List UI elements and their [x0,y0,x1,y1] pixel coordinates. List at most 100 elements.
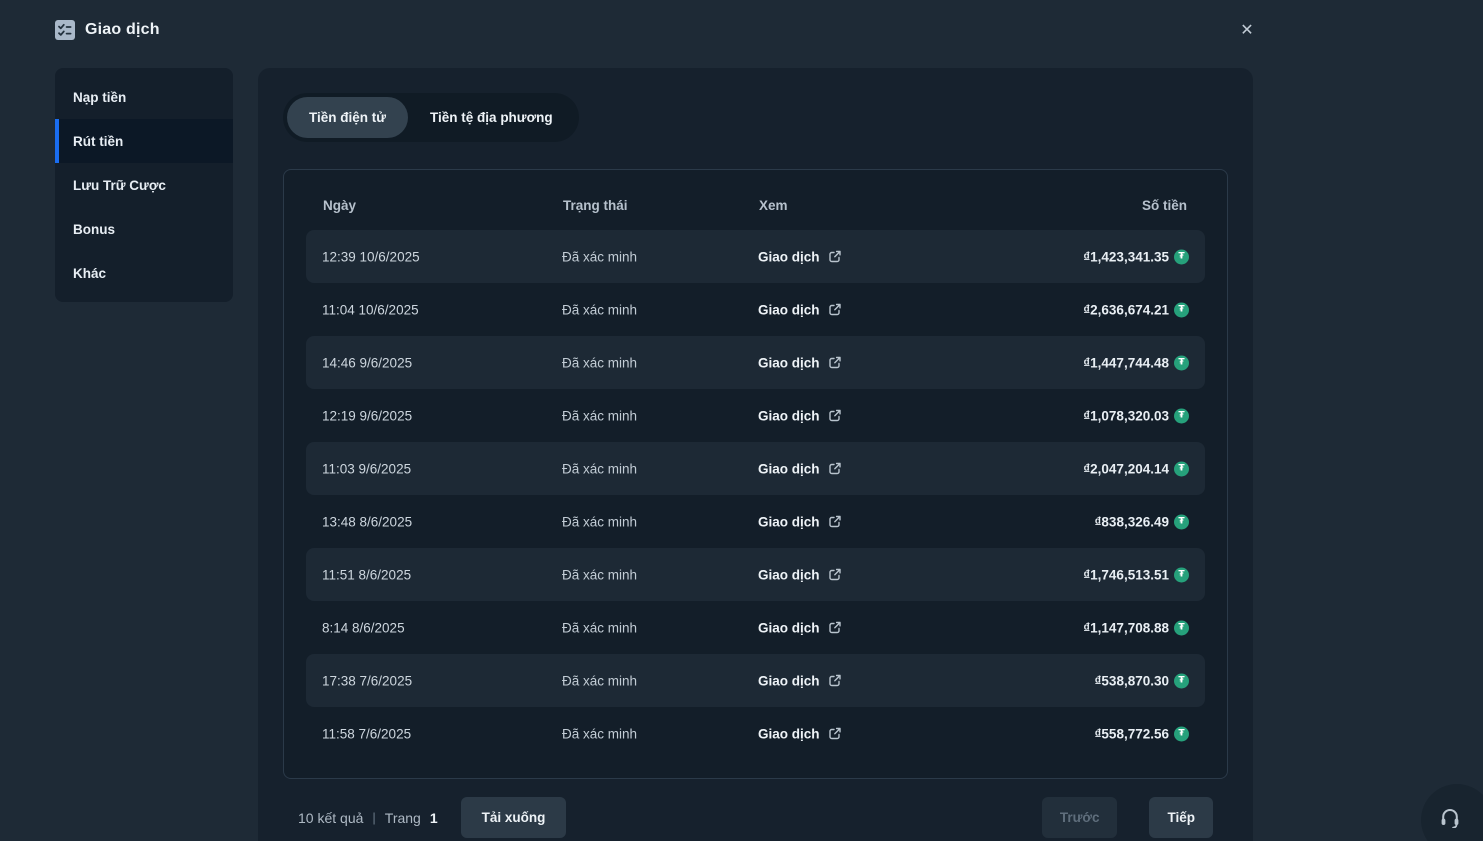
external-link-icon [828,462,842,476]
currency-tab[interactable]: Tiền điện tử [287,97,408,138]
row-status: Đã xác minh [562,302,637,317]
table-row: 17:38 7/6/2025 Đã xác minh Giao dịch ₫53… [306,654,1205,707]
row-date: 14:46 9/6/2025 [322,355,412,370]
support-button[interactable] [1421,784,1483,841]
amount-value: ₫1,147,708.88 [1083,620,1169,635]
page-number: 1 [430,810,438,826]
transaction-link[interactable]: Giao dịch [758,673,842,688]
external-link-icon [828,356,842,370]
results-count: 10 kết quả [298,810,363,826]
row-status: Đã xác minh [562,355,637,370]
footer-divider: | [372,810,375,825]
transactions-table: Ngày Trạng thái Xem Số tiền 12:39 10/6/2… [283,169,1228,779]
tether-icon: ₮ [1174,620,1189,635]
download-button[interactable]: Tải xuống [461,797,567,838]
row-amount: ₫1,423,341.35 ₮ [1083,249,1189,264]
row-status: Đã xác minh [562,514,637,529]
amount-value: ₫1,423,341.35 [1083,249,1169,264]
transaction-link[interactable]: Giao dịch [758,514,842,529]
row-amount: ₫538,870.30 ₮ [1095,673,1190,688]
row-amount: ₫2,047,204.14 ₮ [1083,461,1189,476]
transaction-link-label: Giao dịch [758,249,820,264]
row-status: Đã xác minh [562,567,637,582]
row-amount: ₫1,078,320.03 ₮ [1083,408,1189,423]
amount-value: ₫2,047,204.14 [1083,461,1169,476]
table-row: 13:48 8/6/2025 Đã xác minh Giao dịch ₫83… [306,495,1205,548]
amount-value: ₫558,772.56 [1095,726,1170,741]
transaction-link[interactable]: Giao dịch [758,461,842,476]
table-row: 12:39 10/6/2025 Đã xác minh Giao dịch ₫1… [306,230,1205,283]
column-header-status: Trạng thái [563,198,628,213]
table-row: 11:03 9/6/2025 Đã xác minh Giao dịch ₫2,… [306,442,1205,495]
tether-icon: ₮ [1174,726,1189,741]
title-group: Giao dịch [55,20,160,40]
tether-icon: ₮ [1174,408,1189,423]
page-label: Trang [385,810,421,826]
row-amount: ₫838,326.49 ₮ [1095,514,1190,529]
transaction-link[interactable]: Giao dịch [758,726,842,741]
column-header-amount: Số tiền [1142,198,1187,213]
amount-value: ₫1,746,513.51 [1083,567,1169,582]
transaction-link[interactable]: Giao dịch [758,567,842,582]
amount-value: ₫538,870.30 [1095,673,1170,688]
table-row: 11:04 10/6/2025 Đã xác minh Giao dịch ₫2… [306,283,1205,336]
results-group: 10 kết quả | Trang 1 Tải xuống [298,797,566,838]
pagination-footer: 10 kết quả | Trang 1 Tải xuống Trước Tiế… [298,797,1213,838]
row-amount: ₫1,147,708.88 ₮ [1083,620,1189,635]
external-link-icon [828,409,842,423]
transaction-link-label: Giao dịch [758,620,820,635]
transaction-link[interactable]: Giao dịch [758,302,842,317]
amount-value: ₫838,326.49 [1095,514,1170,529]
page-title: Giao dịch [85,21,160,39]
row-amount: ₫1,447,744.48 ₮ [1083,355,1189,370]
next-page-button[interactable]: Tiếp [1149,797,1213,838]
external-link-icon [828,515,842,529]
row-date: 8:14 8/6/2025 [322,620,405,635]
row-status: Đã xác minh [562,461,637,476]
tether-icon: ₮ [1174,673,1189,688]
column-header-view: Xem [759,198,788,213]
row-date: 11:03 9/6/2025 [322,461,411,476]
currency-tab[interactable]: Tiền tệ địa phương [408,97,575,138]
row-status: Đã xác minh [562,249,637,264]
sidebar-item[interactable]: Bonus [55,207,233,251]
row-date: 11:51 8/6/2025 [322,567,411,582]
sidebar-item[interactable]: Rút tiền [55,119,233,163]
external-link-icon [828,568,842,582]
external-link-icon [828,250,842,264]
row-date: 12:19 9/6/2025 [322,408,412,423]
external-link-icon [828,303,842,317]
currency-tab-bar: Tiền điện tửTiền tệ địa phương [283,93,579,142]
table-row: 11:51 8/6/2025 Đã xác minh Giao dịch ₫1,… [306,548,1205,601]
sidebar-item[interactable]: Khác [55,251,233,295]
previous-page-button[interactable]: Trước [1042,797,1118,838]
sidebar-item[interactable]: Nạp tiền [55,75,233,119]
row-date: 11:04 10/6/2025 [322,302,419,317]
transaction-link[interactable]: Giao dịch [758,355,842,370]
tether-icon: ₮ [1174,461,1189,476]
transaction-link[interactable]: Giao dịch [758,620,842,635]
transaction-link[interactable]: Giao dịch [758,408,842,423]
transaction-link-label: Giao dịch [758,726,820,741]
transaction-link-label: Giao dịch [758,673,820,688]
close-button[interactable]: ✕ [1231,14,1263,46]
headset-icon [1439,806,1461,828]
close-icon: ✕ [1240,22,1253,39]
tether-icon: ₮ [1174,567,1189,582]
modal-header: Giao dịch ✕ [0,0,1483,60]
transaction-link-label: Giao dịch [758,355,820,370]
row-amount: ₫2,636,674.21 ₮ [1083,302,1189,317]
row-status: Đã xác minh [562,408,637,423]
tether-icon: ₮ [1174,355,1189,370]
row-date: 12:39 10/6/2025 [322,249,420,264]
table-header: Ngày Trạng thái Xem Số tiền [284,170,1227,230]
sidebar-item[interactable]: Lưu Trữ Cược [55,163,233,207]
row-date: 13:48 8/6/2025 [322,514,412,529]
column-header-date: Ngày [323,198,356,213]
transaction-link[interactable]: Giao dịch [758,249,842,264]
external-link-icon [828,621,842,635]
row-status: Đã xác minh [562,726,637,741]
main-panel: Tiền điện tửTiền tệ địa phương Ngày Trạn… [258,68,1253,841]
row-amount: ₫558,772.56 ₮ [1095,726,1190,741]
external-link-icon [828,727,842,741]
